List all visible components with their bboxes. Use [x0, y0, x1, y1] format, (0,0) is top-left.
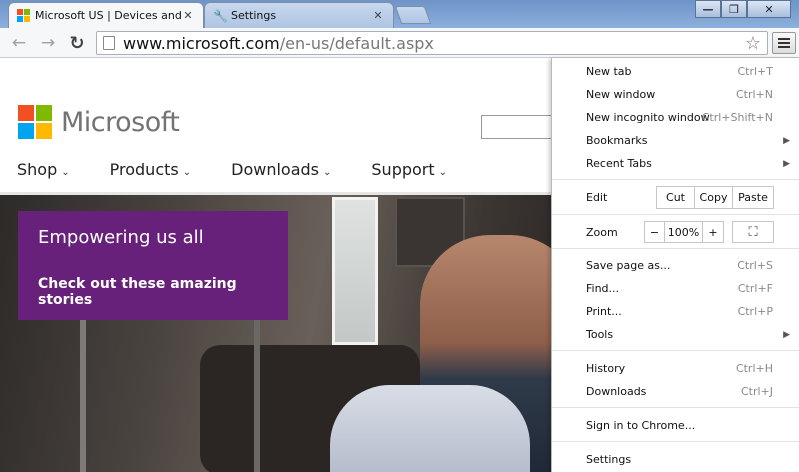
promo-title: Empowering us all — [38, 227, 204, 248]
page-icon — [103, 36, 115, 50]
tab-strip: Microsoft US | Devices and S ✕ 🔧 Setting… — [0, 0, 799, 28]
menu-separator — [552, 248, 799, 249]
menu-item-save-page[interactable]: Save page as... Ctrl+S — [552, 254, 799, 277]
forward-button[interactable]: → — [37, 32, 59, 54]
reload-button[interactable]: ↻ — [66, 32, 88, 54]
cut-button[interactable]: Cut — [657, 187, 695, 208]
url-host: www.microsoft.com — [123, 33, 280, 53]
menu-item-new-tab[interactable]: New tab Ctrl+T — [552, 60, 799, 83]
bookmark-star-icon[interactable]: ☆ — [745, 33, 761, 54]
nav-support[interactable]: Support ⌄ — [371, 160, 447, 179]
menu-item-bookmarks[interactable]: Bookmarks ▶ — [552, 129, 799, 152]
address-bar[interactable]: www.microsoft.com/en-us/default.aspx ☆ — [96, 31, 768, 55]
chevron-down-icon: ⌄ — [323, 167, 332, 178]
site-search-input[interactable] — [481, 115, 561, 139]
chrome-menu-button[interactable] — [772, 32, 796, 54]
menu-item-downloads[interactable]: Downloads Ctrl+J — [552, 380, 799, 403]
menu-separator — [552, 179, 799, 180]
minimize-button[interactable]: — — [695, 0, 721, 18]
menu-item-history[interactable]: History Ctrl+H — [552, 357, 799, 380]
submenu-arrow-icon: ▶ — [783, 329, 790, 340]
promo-link[interactable]: Check out these amazing stories — [38, 276, 268, 308]
nav-shop[interactable]: Shop ⌄ — [17, 160, 70, 179]
hero-baby — [330, 385, 530, 472]
zoom-out-button[interactable]: − — [645, 222, 665, 242]
fullscreen-icon[interactable]: ⛶ — [732, 221, 774, 243]
menu-item-new-window[interactable]: New window Ctrl+N — [552, 83, 799, 106]
menu-item-tools[interactable]: Tools ▶ — [552, 323, 799, 346]
menu-item-recent-tabs[interactable]: Recent Tabs ▶ — [552, 152, 799, 175]
menu-item-sign-in[interactable]: Sign in to Chrome... — [552, 414, 799, 437]
back-button[interactable]: ← — [8, 32, 30, 54]
hero-window — [332, 197, 378, 345]
zoom-in-button[interactable]: + — [703, 222, 723, 242]
hero-image[interactable]: Empowering us all Check out these amazin… — [0, 195, 560, 472]
microsoft-logo[interactable]: Microsoft — [18, 105, 180, 139]
chrome-menu: New tab Ctrl+T New window Ctrl+N New inc… — [551, 57, 799, 472]
logo-text: Microsoft — [61, 106, 180, 138]
menu-separator — [552, 407, 799, 408]
hamburger-icon — [778, 38, 790, 40]
menu-separator — [552, 214, 799, 215]
zoom-level: 100% — [665, 222, 703, 242]
site-navigation: Shop ⌄ Products ⌄ Downloads ⌄ Support ⌄ — [17, 160, 487, 179]
menu-separator — [552, 441, 799, 442]
window-controls: — ❐ ✕ — [695, 0, 791, 18]
zoom-control-group: − 100% + — [644, 221, 724, 243]
chevron-down-icon: ⌄ — [438, 167, 448, 178]
tab-microsoft[interactable]: Microsoft US | Devices and S ✕ — [8, 2, 204, 28]
new-tab-button[interactable] — [394, 6, 432, 24]
close-tab-icon[interactable]: ✕ — [371, 9, 385, 22]
menu-separator — [552, 350, 799, 351]
submenu-arrow-icon: ▶ — [783, 158, 790, 169]
copy-button[interactable]: Copy — [695, 187, 733, 208]
restore-button[interactable]: ❐ — [721, 0, 747, 18]
chevron-down-icon: ⌄ — [61, 167, 70, 178]
tab-settings[interactable]: 🔧 Settings ✕ — [204, 2, 394, 28]
url-path: /en-us/default.aspx — [279, 33, 434, 53]
nav-products[interactable]: Products ⌄ — [110, 160, 191, 179]
chevron-down-icon: ⌄ — [182, 167, 192, 178]
edit-button-group: Cut Copy Paste — [656, 186, 774, 209]
menu-item-incognito[interactable]: New incognito window Ctrl+Shift+N — [552, 106, 799, 129]
tab-title: Settings — [231, 9, 277, 22]
promo-banner[interactable]: Empowering us all Check out these amazin… — [18, 211, 288, 320]
paste-button[interactable]: Paste — [733, 187, 773, 208]
tab-title: Microsoft US | Devices and S — [35, 9, 181, 22]
microsoft-favicon-icon — [17, 9, 30, 22]
wrench-icon: 🔧 — [213, 8, 228, 23]
menu-item-settings[interactable]: Settings — [552, 448, 799, 471]
close-tab-icon[interactable]: ✕ — [181, 9, 195, 22]
menu-item-find[interactable]: Find... Ctrl+F — [552, 277, 799, 300]
close-window-button[interactable]: ✕ — [747, 0, 791, 18]
nav-downloads[interactable]: Downloads ⌄ — [231, 160, 331, 179]
browser-toolbar: ← → ↻ www.microsoft.com/en-us/default.as… — [0, 28, 799, 58]
windows-logo-icon — [18, 105, 52, 139]
submenu-arrow-icon: ▶ — [783, 135, 790, 146]
menu-item-print[interactable]: Print... Ctrl+P — [552, 300, 799, 323]
